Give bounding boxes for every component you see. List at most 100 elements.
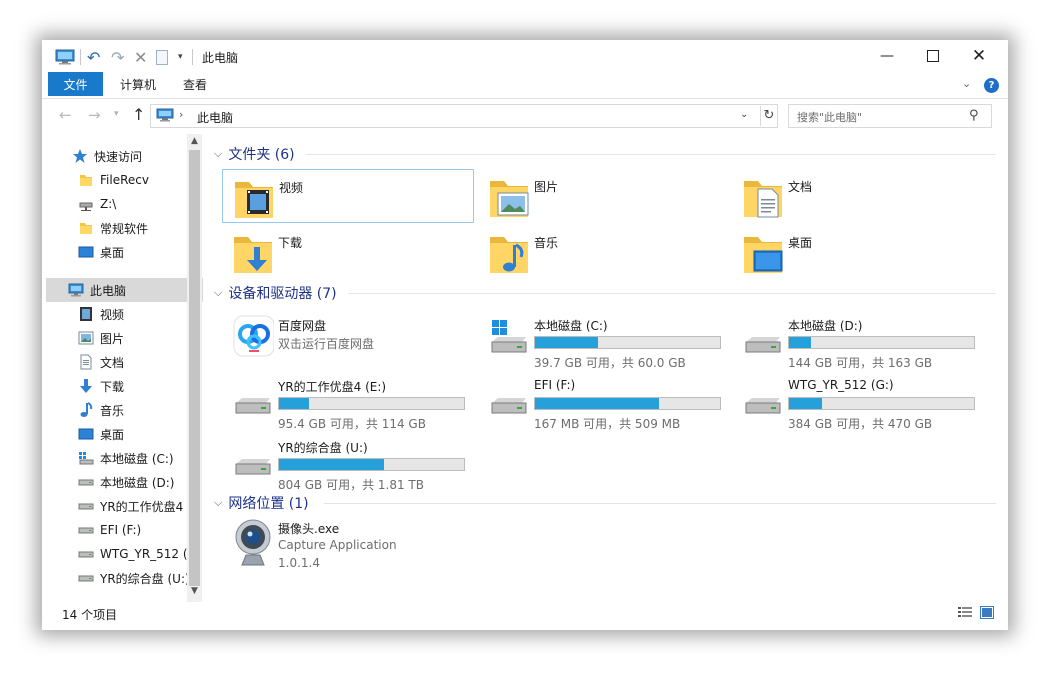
computer-icon <box>156 108 174 125</box>
network-tile-webcam[interactable]: 摄像头.exe Capture Application 1.0.1.4 <box>222 511 472 575</box>
drive-icon <box>78 522 94 538</box>
chevron-down-icon: ⌵ <box>214 496 223 509</box>
app-tile-baidu-netdisk[interactable]: 百度网盘 双击运行百度网盘 <box>222 308 472 360</box>
scroll-up-icon[interactable]: ▲ <box>187 136 202 146</box>
drive-usage-bar <box>278 397 465 410</box>
desktop-icon <box>78 426 94 442</box>
maximize-button[interactable] <box>910 40 956 72</box>
breadcrumb-arrow-icon[interactable]: › <box>179 108 183 121</box>
computer-icon <box>68 282 84 298</box>
drive-tile-f[interactable]: EFI (F:) 167 MB 可用，共 509 MB <box>478 369 728 431</box>
properties-icon[interactable] <box>156 48 168 66</box>
group-header-folders[interactable]: ⌵ 文件夹 (6) <box>214 144 295 164</box>
folder-tile-documents[interactable]: 文档 <box>732 169 982 221</box>
sidebar-item-label: 视频 <box>100 307 125 322</box>
windows-drive-icon <box>78 450 94 466</box>
sidebar-item-software[interactable]: 常规软件 <box>46 216 203 240</box>
sidebar-item-label: FileRecv <box>100 173 149 187</box>
drive-usage-bar <box>278 458 465 471</box>
delete-icon[interactable]: ✕ <box>134 48 147 67</box>
sidebar-item-z-drive[interactable]: Z:\ <box>46 192 203 216</box>
drive-label: EFI (F:) <box>534 378 576 392</box>
forward-button[interactable]: → <box>88 106 101 124</box>
title-bar: ↶ ↷ ✕ ▾ 此电脑 — ✕ <box>42 40 1008 72</box>
refresh-button[interactable]: ↻ <box>760 106 777 126</box>
sidebar-item-documents[interactable]: 文档 <box>46 350 203 374</box>
drive-tile-c[interactable]: 本地磁盘 (C:) 39.7 GB 可用，共 60.0 GB <box>478 308 728 370</box>
recent-locations-icon[interactable]: ▾ <box>114 109 119 119</box>
computer-icon[interactable] <box>55 48 75 66</box>
tab-computer[interactable]: 计算机 <box>108 72 168 96</box>
drive-tile-e[interactable]: YR的工作优盘4 (E:) 95.4 GB 可用，共 114 GB <box>222 369 472 431</box>
sidebar-item-drive-d[interactable]: 本地磁盘 (D:) <box>46 470 203 494</box>
group-header-network[interactable]: ⌵ 网络位置 (1) <box>214 493 309 513</box>
close-button[interactable]: ✕ <box>956 40 1002 72</box>
folder-tile-pictures[interactable]: 图片 <box>478 169 728 221</box>
drive-usage-bar <box>788 397 975 410</box>
undo-icon[interactable]: ↶ <box>87 48 100 67</box>
tab-file[interactable]: 文件 <box>48 72 103 96</box>
drive-tile-u[interactable]: YR的综合盘 (U:) 804 GB 可用，共 1.81 TB <box>222 430 472 492</box>
search-input[interactable]: 搜索"此电脑" ⚲ <box>788 104 992 128</box>
status-bar: 14 个项目 <box>42 602 1008 630</box>
group-header-drives[interactable]: ⌵ 设备和驱动器 (7) <box>214 283 337 303</box>
minimize-button[interactable]: — <box>864 40 910 72</box>
group-title: 设备和驱动器 (7) <box>228 286 337 302</box>
folder-tile-music[interactable]: 音乐 <box>478 225 728 277</box>
sidebar-item-drive-g[interactable]: WTG_YR_512 (G <box>46 542 203 566</box>
scrollbar-thumb[interactable] <box>189 150 200 586</box>
tiles-view-icon[interactable] <box>980 606 994 619</box>
help-icon[interactable]: ? <box>984 78 999 93</box>
folder-tile-videos[interactable]: 视频 <box>222 169 474 223</box>
sidebar-item-desktop-2[interactable]: 桌面 <box>46 422 203 446</box>
sidebar-item-this-pc[interactable]: 此电脑 <box>46 278 203 302</box>
quick-access-dropdown-icon[interactable]: ▾ <box>178 48 183 66</box>
sidebar-item-drive-u[interactable]: YR的综合盘 (U:) <box>46 566 203 590</box>
sidebar-item-pictures[interactable]: 图片 <box>46 326 203 350</box>
download-folder-icon <box>232 231 274 275</box>
tab-view[interactable]: 查看 <box>170 72 220 96</box>
pictures-folder-icon <box>488 175 530 219</box>
drive-usage-fill <box>789 398 823 409</box>
item-count: 14 个项目 <box>62 608 118 622</box>
ribbon-expand-icon[interactable]: ⌄ <box>962 77 971 90</box>
sidebar-item-drive-f[interactable]: EFI (F:) <box>46 518 203 542</box>
sidebar-item-videos[interactable]: 视频 <box>46 302 203 326</box>
sidebar-item-drive-c[interactable]: 本地磁盘 (C:) <box>46 446 203 470</box>
folder-tile-desktop[interactable]: 桌面 <box>732 225 982 277</box>
sidebar-item-downloads[interactable]: 下载 <box>46 374 203 398</box>
drive-label: YR的工作优盘4 (E:) <box>278 380 387 394</box>
windows-drive-icon <box>488 314 530 358</box>
address-dropdown-icon[interactable]: ⌄ <box>740 109 748 120</box>
sidebar-item-label: Z:\ <box>100 197 117 211</box>
navigation-scrollbar[interactable]: ▲ ▼ <box>187 134 202 602</box>
network-item-label: 摄像头.exe <box>278 522 340 536</box>
drive-tile-d[interactable]: 本地磁盘 (D:) 144 GB 可用，共 163 GB <box>732 308 982 370</box>
back-button[interactable]: ← <box>59 106 72 124</box>
scroll-down-icon[interactable]: ▼ <box>187 586 202 596</box>
drive-usage-bar <box>534 336 721 349</box>
redo-icon[interactable]: ↷ <box>111 48 124 67</box>
details-view-icon[interactable] <box>958 606 972 619</box>
sidebar-item-music[interactable]: 音乐 <box>46 398 203 422</box>
drive-tile-g[interactable]: WTG_YR_512 (G:) 384 GB 可用，共 470 GB <box>732 369 982 431</box>
up-button[interactable]: ↑ <box>132 105 145 124</box>
music-folder-icon <box>488 231 530 275</box>
group-divider <box>306 154 996 155</box>
sidebar-item-filerecv[interactable]: FileRecv <box>46 168 203 192</box>
drive-free-space: 384 GB 可用，共 470 GB <box>788 417 933 431</box>
network-drive-icon <box>78 196 94 212</box>
group-title: 文件夹 (6) <box>228 147 295 163</box>
sidebar-item-quick-access[interactable]: 快速访问 <box>46 144 203 168</box>
window-frame: ↶ ↷ ✕ ▾ 此电脑 — ✕ 文件 计算机 查看 ⌄ ? ← → ▾ ↑ › … <box>42 40 1008 630</box>
sidebar-item-label: WTG_YR_512 (G <box>100 547 197 561</box>
sidebar-item-drive-e[interactable]: YR的工作优盘4 <box>46 494 203 518</box>
sidebar-item-desktop[interactable]: 桌面 <box>46 240 203 264</box>
search-icon[interactable]: ⚲ <box>969 108 979 123</box>
folder-tile-downloads[interactable]: 下载 <box>222 225 472 277</box>
folder-label: 下载 <box>278 236 303 250</box>
webcam-icon <box>232 517 274 566</box>
breadcrumb[interactable]: 此电脑 <box>197 109 233 126</box>
address-bar[interactable]: › 此电脑 ⌄ ↻ <box>150 104 778 128</box>
drive-usage-fill <box>535 337 598 348</box>
